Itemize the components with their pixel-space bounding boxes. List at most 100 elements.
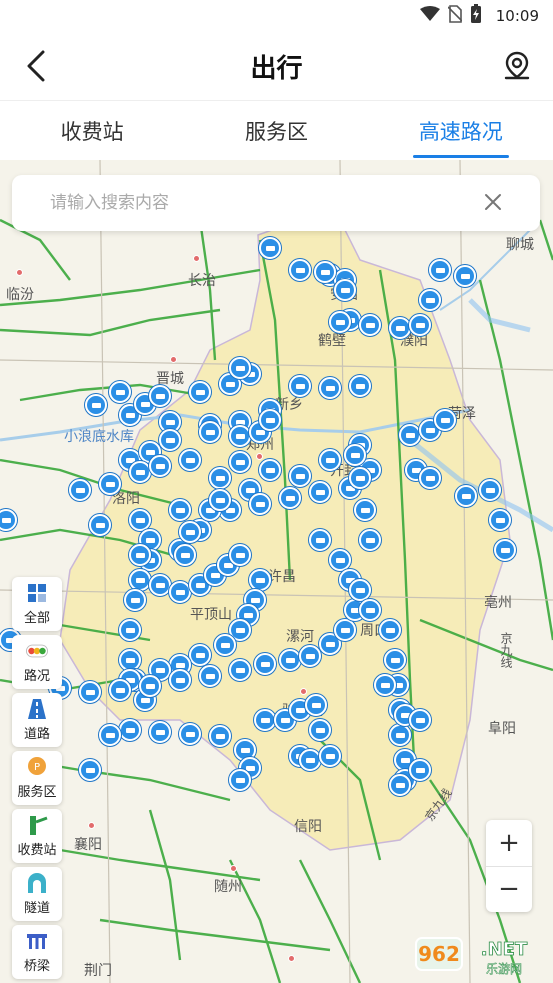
traffic-camera-marker[interactable] [494, 539, 516, 561]
search-input[interactable] [50, 193, 470, 213]
clear-search-button[interactable] [480, 189, 506, 215]
traffic-camera-marker[interactable] [259, 459, 281, 481]
traffic-camera-marker[interactable] [259, 409, 281, 431]
traffic-camera-marker[interactable] [199, 665, 221, 687]
traffic-camera-marker[interactable] [319, 377, 341, 399]
traffic-camera-marker[interactable] [79, 681, 101, 703]
traffic-camera-marker[interactable] [199, 421, 221, 443]
traffic-camera-marker[interactable] [489, 509, 511, 531]
traffic-camera-marker[interactable] [455, 485, 477, 507]
traffic-camera-marker[interactable] [409, 759, 431, 781]
traffic-camera-marker[interactable] [329, 549, 351, 571]
traffic-camera-marker[interactable] [124, 589, 146, 611]
traffic-camera-marker[interactable] [354, 499, 376, 521]
traffic-camera-marker[interactable] [214, 634, 236, 656]
traffic-camera-marker[interactable] [129, 461, 151, 483]
traffic-camera-marker[interactable] [319, 449, 341, 471]
traffic-camera-marker[interactable] [229, 357, 251, 379]
layer-traffic-button[interactable]: 路况 [12, 635, 62, 689]
traffic-camera-marker[interactable] [99, 473, 121, 495]
traffic-camera-marker[interactable] [419, 467, 441, 489]
traffic-camera-marker[interactable] [229, 451, 251, 473]
back-button[interactable] [18, 46, 54, 86]
traffic-camera-marker[interactable] [309, 481, 331, 503]
layer-road-button[interactable]: 道路 [12, 693, 62, 747]
traffic-camera-marker[interactable] [379, 619, 401, 641]
traffic-camera-marker[interactable] [149, 455, 171, 477]
traffic-camera-marker[interactable] [159, 429, 181, 451]
traffic-camera-marker[interactable] [389, 317, 411, 339]
traffic-camera-marker[interactable] [209, 725, 231, 747]
traffic-camera-marker[interactable] [259, 237, 281, 259]
tab-service-area[interactable]: 服务区 [184, 101, 368, 160]
traffic-camera-marker[interactable] [249, 493, 271, 515]
location-button[interactable] [497, 46, 537, 86]
traffic-camera-marker[interactable] [289, 259, 311, 281]
traffic-camera-marker[interactable] [109, 679, 131, 701]
traffic-camera-marker[interactable] [279, 649, 301, 671]
zoom-in-button[interactable]: + [486, 820, 532, 866]
traffic-camera-marker[interactable] [305, 694, 327, 716]
traffic-camera-marker[interactable] [384, 649, 406, 671]
traffic-camera-marker[interactable] [119, 649, 141, 671]
traffic-camera-marker[interactable] [434, 409, 456, 431]
traffic-map[interactable]: 临汾 长治 安阳 鹤壁 濮阳 聊城 晋城 新乡 小浪底水库 郑州 开封 菏泽 洛… [0, 160, 553, 983]
traffic-camera-marker[interactable] [229, 659, 251, 681]
traffic-camera-marker[interactable] [349, 375, 371, 397]
traffic-camera-marker[interactable] [229, 425, 251, 447]
traffic-camera-marker[interactable] [289, 375, 311, 397]
traffic-camera-marker[interactable] [89, 514, 111, 536]
traffic-camera-marker[interactable] [374, 674, 396, 696]
traffic-camera-marker[interactable] [149, 574, 171, 596]
traffic-camera-marker[interactable] [69, 479, 91, 501]
traffic-camera-marker[interactable] [179, 723, 201, 745]
traffic-camera-marker[interactable] [209, 467, 231, 489]
traffic-camera-marker[interactable] [229, 544, 251, 566]
tab-toll-station[interactable]: 收费站 [0, 101, 184, 160]
traffic-camera-marker[interactable] [349, 579, 371, 601]
traffic-camera-marker[interactable] [85, 394, 107, 416]
traffic-camera-marker[interactable] [109, 381, 131, 403]
traffic-camera-marker[interactable] [419, 289, 441, 311]
traffic-camera-marker[interactable] [359, 599, 381, 621]
traffic-camera-marker[interactable] [309, 529, 331, 551]
traffic-camera-marker[interactable] [129, 569, 151, 591]
layer-tunnel-button[interactable]: 隧道 [12, 867, 62, 921]
traffic-camera-marker[interactable] [129, 544, 151, 566]
traffic-camera-marker[interactable] [189, 381, 211, 403]
traffic-camera-marker[interactable] [254, 709, 276, 731]
traffic-camera-marker[interactable] [119, 719, 141, 741]
traffic-camera-marker[interactable] [299, 645, 321, 667]
layer-service-area-button[interactable]: P 服务区 [12, 751, 62, 805]
traffic-camera-marker[interactable] [169, 581, 191, 603]
traffic-camera-marker[interactable] [149, 721, 171, 743]
traffic-camera-marker[interactable] [409, 709, 431, 731]
traffic-camera-marker[interactable] [179, 449, 201, 471]
traffic-camera-marker[interactable] [99, 724, 121, 746]
traffic-camera-marker[interactable] [179, 521, 201, 543]
traffic-camera-marker[interactable] [299, 749, 321, 771]
traffic-camera-marker[interactable] [479, 479, 501, 501]
traffic-camera-marker[interactable] [349, 467, 371, 489]
traffic-camera-marker[interactable] [119, 619, 141, 641]
traffic-camera-marker[interactable] [314, 261, 336, 283]
layer-toll-station-button[interactable]: 收费站 [12, 809, 62, 863]
traffic-camera-marker[interactable] [149, 385, 171, 407]
layer-bridge-button[interactable]: 桥梁 [12, 925, 62, 979]
traffic-camera-marker[interactable] [169, 669, 191, 691]
traffic-camera-marker[interactable] [309, 719, 331, 741]
traffic-camera-marker[interactable] [429, 259, 451, 281]
traffic-camera-marker[interactable] [249, 569, 271, 591]
traffic-camera-marker[interactable] [174, 544, 196, 566]
traffic-camera-marker[interactable] [329, 311, 351, 333]
layer-all-button[interactable]: 全部 [12, 577, 62, 631]
traffic-camera-marker[interactable] [409, 314, 431, 336]
traffic-camera-marker[interactable] [389, 724, 411, 746]
traffic-camera-marker[interactable] [279, 487, 301, 509]
traffic-camera-marker[interactable] [209, 489, 231, 511]
traffic-camera-marker[interactable] [334, 279, 356, 301]
zoom-out-button[interactable]: − [486, 865, 532, 913]
traffic-camera-marker[interactable] [169, 499, 191, 521]
tab-highway-traffic[interactable]: 高速路况 [369, 101, 553, 160]
traffic-camera-marker[interactable] [319, 745, 341, 767]
